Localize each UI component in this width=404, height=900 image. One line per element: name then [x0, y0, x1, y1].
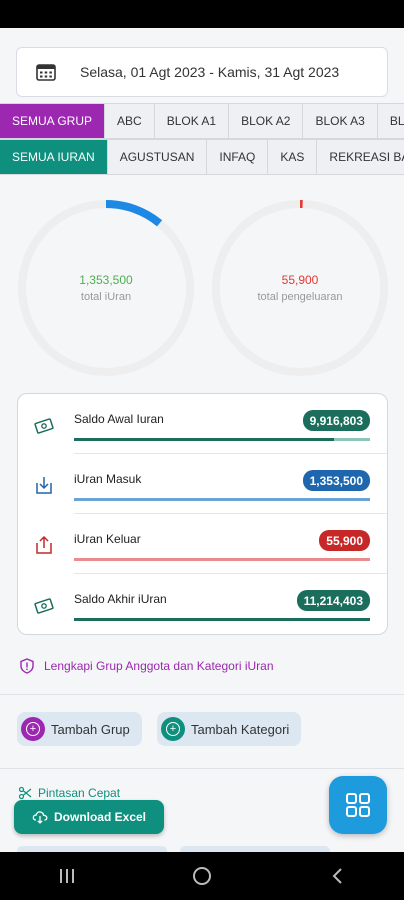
total-income-value: 1,353,500: [79, 273, 133, 287]
date-range-picker[interactable]: Selasa, 01 Agt 2023 - Kamis, 31 Agt 2023: [16, 47, 388, 97]
tab-abc[interactable]: ABC: [105, 104, 155, 138]
progress-track: [74, 618, 370, 621]
add-group-label: Tambah Grup: [51, 721, 130, 737]
add-category-label: Tambah Kategori: [191, 721, 290, 737]
money-icon: [34, 598, 54, 614]
summary-value-badge: 55,900: [319, 530, 370, 551]
expense-ring: 55,900 total pengeluaran: [211, 199, 389, 377]
scissors-icon: [18, 786, 32, 800]
add-group-button[interactable]: + Tambah Grup: [17, 712, 142, 746]
group-tabs: SEMUA GRUP ABC BLOK A1 BLOK A2 BLOK A3 B…: [0, 103, 404, 139]
status-bar: [0, 0, 404, 28]
grid-icon: [346, 793, 370, 817]
calendar-icon: [36, 64, 56, 81]
income-ring: 1,353,500 total iUran: [17, 199, 195, 377]
system-nav-bar: [0, 852, 404, 900]
summary-label: iUran Keluar: [74, 532, 141, 546]
home-button[interactable]: [182, 856, 222, 896]
summary-row-saldo-awal[interactable]: Saldo Awal Iuran 9,916,803: [18, 394, 387, 454]
progress-fill: [74, 498, 370, 501]
download-excel-button[interactable]: Download Excel: [14, 800, 164, 834]
setup-hint-text: Lengkapi Grup Anggota dan Kategori iUran: [44, 659, 274, 673]
summary-label: Saldo Akhir iUran: [74, 592, 167, 606]
tab-bl[interactable]: BL: [378, 104, 404, 138]
tab-rekreasi[interactable]: REKREASI BA: [317, 140, 404, 174]
menu-grid-button[interactable]: [329, 776, 387, 834]
recent-apps-button[interactable]: [47, 856, 87, 896]
progress-fill: [74, 438, 335, 441]
add-circle-icon: +: [161, 717, 185, 741]
money-icon: [34, 418, 54, 434]
shortcut-label: Pintasan Cepat: [38, 786, 121, 800]
home-icon: [192, 867, 211, 885]
setup-hint[interactable]: Lengkapi Grup Anggota dan Kategori iUran: [20, 658, 274, 674]
summary-label: Saldo Awal Iuran: [74, 412, 164, 426]
progress-track: [74, 438, 370, 441]
shield-icon: [20, 658, 34, 674]
download-excel-label: Download Excel: [53, 810, 147, 824]
tab-agustusan[interactable]: AGUSTUSAN: [108, 140, 208, 174]
main-content: Selasa, 01 Agt 2023 - Kamis, 31 Agt 2023…: [0, 28, 404, 852]
add-category-button[interactable]: + Tambah Kategori: [157, 712, 302, 746]
tab-semua-grup[interactable]: SEMUA GRUP: [0, 104, 106, 138]
summary-value-badge: 11,214,403: [296, 590, 370, 611]
back-button[interactable]: [317, 856, 357, 896]
progress-track: [74, 558, 370, 561]
progress-track: [74, 498, 370, 501]
summary-row-iuran-keluar[interactable]: iUran Keluar 55,900: [18, 514, 387, 574]
tab-blok-a2[interactable]: BLOK A2: [229, 104, 304, 138]
tab-blok-a3[interactable]: BLOK A3: [303, 104, 378, 138]
tab-kas[interactable]: KAS: [268, 140, 318, 174]
divider: [0, 768, 404, 769]
balance-summary-card: Saldo Awal Iuran 9,916,803 iUran Masuk 1…: [17, 393, 388, 635]
tab-blok-a1[interactable]: BLOK A1: [155, 104, 230, 138]
cloud-download-icon: [32, 811, 48, 824]
add-circle-icon: +: [21, 717, 45, 741]
progress-fill: [74, 558, 370, 561]
total-expense-label: total pengeluaran: [257, 291, 343, 303]
shortcut-section-title: Pintasan Cepat: [18, 786, 120, 800]
total-income-label: total iUran: [80, 291, 132, 303]
summary-label: iUran Masuk: [74, 472, 142, 486]
divider: [0, 694, 404, 695]
upload-icon: [36, 535, 52, 554]
date-range-text: Selasa, 01 Agt 2023 - Kamis, 31 Agt 2023: [80, 64, 340, 80]
summary-value-badge: 9,916,803: [302, 410, 370, 431]
category-tabs: SEMUA IURAN AGUSTUSAN INFAQ KAS REKREASI…: [0, 139, 404, 175]
summary-row-iuran-masuk[interactable]: iUran Masuk 1,353,500: [18, 454, 387, 514]
total-expense-value: 55,900: [281, 273, 319, 287]
summary-row-saldo-akhir[interactable]: Saldo Akhir iUran 11,214,403: [18, 574, 387, 634]
recent-apps-icon: [60, 869, 75, 883]
tab-infaq[interactable]: INFAQ: [207, 140, 269, 174]
tab-semua-iuran[interactable]: SEMUA IURAN: [0, 140, 108, 174]
download-icon: [36, 477, 52, 494]
summary-value-badge: 1,353,500: [302, 470, 370, 491]
back-icon: [332, 868, 342, 884]
progress-fill: [74, 618, 370, 621]
